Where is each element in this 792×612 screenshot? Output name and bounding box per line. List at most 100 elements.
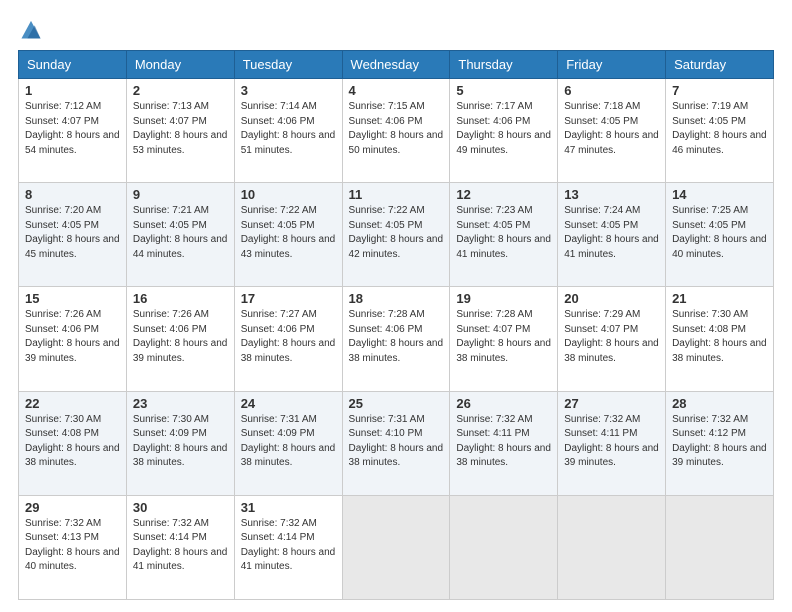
calendar-cell: 11 Sunrise: 7:22 AM Sunset: 4:05 PM Dayl… (342, 183, 450, 287)
day-info: Sunrise: 7:32 AM Sunset: 4:14 PM Dayligh… (133, 517, 228, 575)
sunset-label: Sunset: 4:06 PM (349, 324, 423, 335)
day-info: Sunrise: 7:32 AM Sunset: 4:14 PM Dayligh… (241, 517, 336, 575)
sunset-label: Sunset: 4:08 PM (672, 324, 746, 335)
sunrise-label: Sunrise: 7:24 AM (564, 205, 640, 216)
sunrise-label: Sunrise: 7:19 AM (672, 101, 748, 112)
calendar-cell: 27 Sunrise: 7:32 AM Sunset: 4:11 PM Dayl… (558, 391, 666, 495)
day-info: Sunrise: 7:32 AM Sunset: 4:12 PM Dayligh… (672, 413, 767, 471)
daylight-label: Daylight: 8 hours and 51 minutes. (241, 130, 336, 156)
day-number: 17 (241, 291, 336, 306)
calendar-page: SundayMondayTuesdayWednesdayThursdayFrid… (0, 0, 792, 612)
daylight-label: Daylight: 8 hours and 38 minutes. (25, 443, 120, 469)
day-number: 4 (349, 83, 444, 98)
day-info: Sunrise: 7:24 AM Sunset: 4:05 PM Dayligh… (564, 204, 659, 262)
sunset-label: Sunset: 4:13 PM (25, 532, 99, 543)
col-header-monday: Monday (126, 51, 234, 79)
calendar-cell: 20 Sunrise: 7:29 AM Sunset: 4:07 PM Dayl… (558, 287, 666, 391)
calendar-cell: 21 Sunrise: 7:30 AM Sunset: 4:08 PM Dayl… (666, 287, 774, 391)
daylight-label: Daylight: 8 hours and 44 minutes. (133, 234, 228, 260)
sunrise-label: Sunrise: 7:31 AM (349, 414, 425, 425)
calendar-cell: 28 Sunrise: 7:32 AM Sunset: 4:12 PM Dayl… (666, 391, 774, 495)
calendar-cell (666, 495, 774, 599)
day-info: Sunrise: 7:18 AM Sunset: 4:05 PM Dayligh… (564, 100, 659, 158)
sunrise-label: Sunrise: 7:12 AM (25, 101, 101, 112)
day-info: Sunrise: 7:15 AM Sunset: 4:06 PM Dayligh… (349, 100, 444, 158)
sunset-label: Sunset: 4:05 PM (564, 220, 638, 231)
sunset-label: Sunset: 4:06 PM (456, 116, 530, 127)
sunrise-label: Sunrise: 7:20 AM (25, 205, 101, 216)
daylight-label: Daylight: 8 hours and 39 minutes. (564, 443, 659, 469)
day-info: Sunrise: 7:28 AM Sunset: 4:07 PM Dayligh… (456, 308, 551, 366)
day-number: 15 (25, 291, 120, 306)
daylight-label: Daylight: 8 hours and 47 minutes. (564, 130, 659, 156)
sunrise-label: Sunrise: 7:22 AM (241, 205, 317, 216)
calendar-cell: 15 Sunrise: 7:26 AM Sunset: 4:06 PM Dayl… (19, 287, 127, 391)
daylight-label: Daylight: 8 hours and 54 minutes. (25, 130, 120, 156)
day-number: 7 (672, 83, 767, 98)
calendar-cell (558, 495, 666, 599)
logo (18, 18, 42, 40)
sunset-label: Sunset: 4:07 PM (133, 116, 207, 127)
day-number: 29 (25, 500, 120, 515)
day-info: Sunrise: 7:23 AM Sunset: 4:05 PM Dayligh… (456, 204, 551, 262)
day-number: 22 (25, 396, 120, 411)
sunset-label: Sunset: 4:09 PM (241, 428, 315, 439)
day-info: Sunrise: 7:26 AM Sunset: 4:06 PM Dayligh… (133, 308, 228, 366)
calendar-cell: 16 Sunrise: 7:26 AM Sunset: 4:06 PM Dayl… (126, 287, 234, 391)
sunset-label: Sunset: 4:06 PM (133, 324, 207, 335)
calendar-week-1: 1 Sunrise: 7:12 AM Sunset: 4:07 PM Dayli… (19, 79, 774, 183)
sunrise-label: Sunrise: 7:32 AM (564, 414, 640, 425)
day-number: 1 (25, 83, 120, 98)
col-header-thursday: Thursday (450, 51, 558, 79)
day-number: 8 (25, 187, 120, 202)
day-number: 10 (241, 187, 336, 202)
calendar-cell: 29 Sunrise: 7:32 AM Sunset: 4:13 PM Dayl… (19, 495, 127, 599)
day-info: Sunrise: 7:13 AM Sunset: 4:07 PM Dayligh… (133, 100, 228, 158)
col-header-sunday: Sunday (19, 51, 127, 79)
daylight-label: Daylight: 8 hours and 38 minutes. (456, 338, 551, 364)
sunrise-label: Sunrise: 7:23 AM (456, 205, 532, 216)
calendar-cell: 13 Sunrise: 7:24 AM Sunset: 4:05 PM Dayl… (558, 183, 666, 287)
calendar-cell: 8 Sunrise: 7:20 AM Sunset: 4:05 PM Dayli… (19, 183, 127, 287)
day-info: Sunrise: 7:32 AM Sunset: 4:13 PM Dayligh… (25, 517, 120, 575)
day-info: Sunrise: 7:32 AM Sunset: 4:11 PM Dayligh… (456, 413, 551, 471)
calendar-cell: 5 Sunrise: 7:17 AM Sunset: 4:06 PM Dayli… (450, 79, 558, 183)
day-info: Sunrise: 7:12 AM Sunset: 4:07 PM Dayligh… (25, 100, 120, 158)
daylight-label: Daylight: 8 hours and 38 minutes. (564, 338, 659, 364)
daylight-label: Daylight: 8 hours and 38 minutes. (672, 338, 767, 364)
calendar-cell (450, 495, 558, 599)
day-number: 14 (672, 187, 767, 202)
sunrise-label: Sunrise: 7:32 AM (456, 414, 532, 425)
sunset-label: Sunset: 4:07 PM (25, 116, 99, 127)
calendar-cell: 19 Sunrise: 7:28 AM Sunset: 4:07 PM Dayl… (450, 287, 558, 391)
daylight-label: Daylight: 8 hours and 38 minutes. (349, 443, 444, 469)
sunset-label: Sunset: 4:05 PM (25, 220, 99, 231)
day-number: 31 (241, 500, 336, 515)
daylight-label: Daylight: 8 hours and 41 minutes. (456, 234, 551, 260)
daylight-label: Daylight: 8 hours and 39 minutes. (133, 338, 228, 364)
sunset-label: Sunset: 4:06 PM (25, 324, 99, 335)
day-number: 21 (672, 291, 767, 306)
day-info: Sunrise: 7:30 AM Sunset: 4:08 PM Dayligh… (25, 413, 120, 471)
sunset-label: Sunset: 4:06 PM (349, 116, 423, 127)
sunset-label: Sunset: 4:05 PM (672, 116, 746, 127)
calendar-cell: 17 Sunrise: 7:27 AM Sunset: 4:06 PM Dayl… (234, 287, 342, 391)
calendar-cell: 23 Sunrise: 7:30 AM Sunset: 4:09 PM Dayl… (126, 391, 234, 495)
day-info: Sunrise: 7:22 AM Sunset: 4:05 PM Dayligh… (349, 204, 444, 262)
calendar-cell: 24 Sunrise: 7:31 AM Sunset: 4:09 PM Dayl… (234, 391, 342, 495)
day-info: Sunrise: 7:19 AM Sunset: 4:05 PM Dayligh… (672, 100, 767, 158)
day-number: 3 (241, 83, 336, 98)
day-number: 9 (133, 187, 228, 202)
calendar-cell: 14 Sunrise: 7:25 AM Sunset: 4:05 PM Dayl… (666, 183, 774, 287)
calendar-week-2: 8 Sunrise: 7:20 AM Sunset: 4:05 PM Dayli… (19, 183, 774, 287)
day-info: Sunrise: 7:28 AM Sunset: 4:06 PM Dayligh… (349, 308, 444, 366)
sunset-label: Sunset: 4:05 PM (241, 220, 315, 231)
day-number: 26 (456, 396, 551, 411)
sunset-label: Sunset: 4:05 PM (349, 220, 423, 231)
sunset-label: Sunset: 4:14 PM (133, 532, 207, 543)
sunrise-label: Sunrise: 7:32 AM (241, 518, 317, 529)
sunrise-label: Sunrise: 7:15 AM (349, 101, 425, 112)
day-number: 13 (564, 187, 659, 202)
daylight-label: Daylight: 8 hours and 38 minutes. (241, 338, 336, 364)
calendar-cell: 26 Sunrise: 7:32 AM Sunset: 4:11 PM Dayl… (450, 391, 558, 495)
